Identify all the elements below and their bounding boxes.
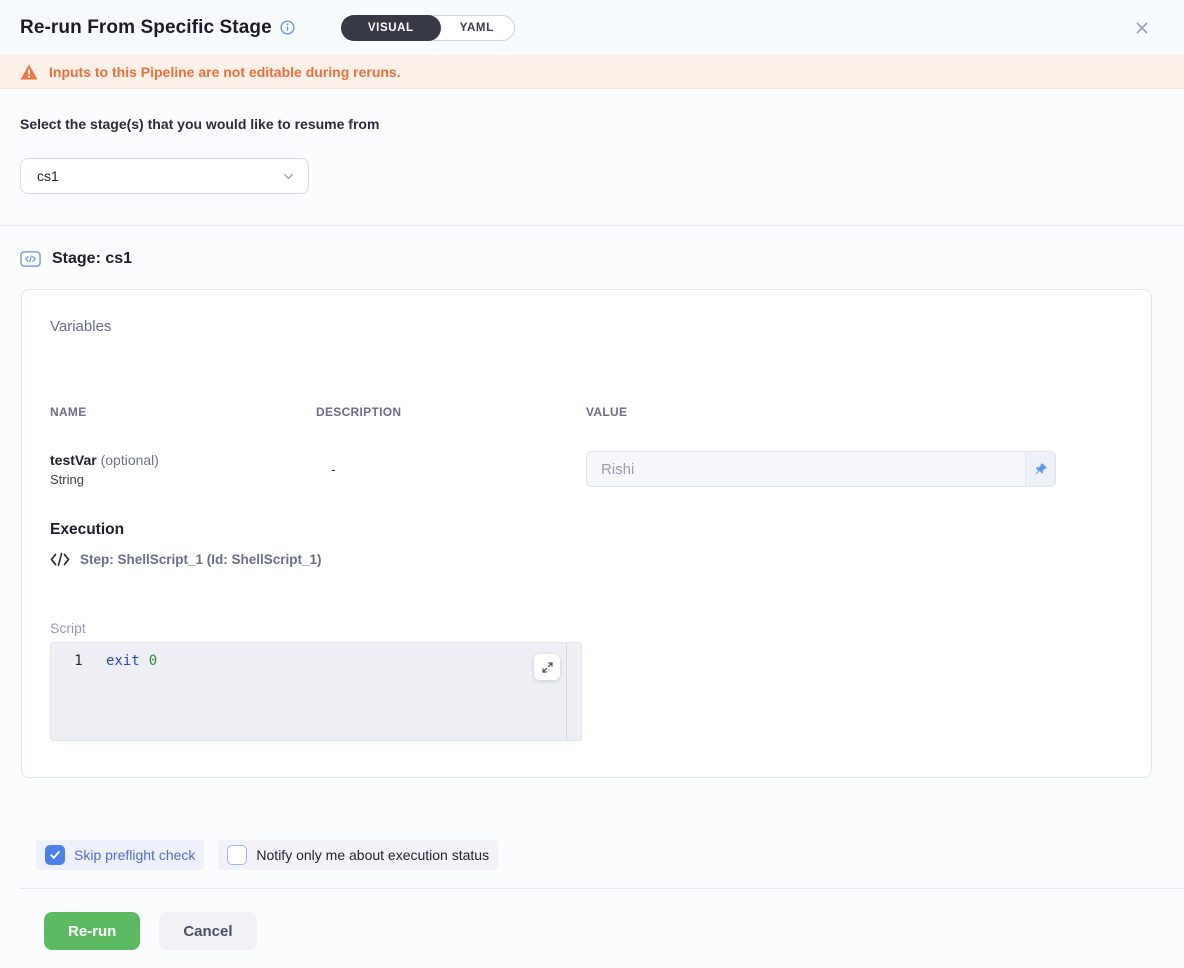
skip-preflight-checkbox[interactable]: Skip preflight check xyxy=(36,840,204,870)
tab-yaml[interactable]: YAML xyxy=(429,15,515,41)
variable-name: testVar xyxy=(50,452,97,468)
stage-inputs-card: Variables NAME DESCRIPTION VALUE testVar… xyxy=(21,289,1152,778)
script-label: Script xyxy=(50,620,1123,636)
execution-title: Execution xyxy=(50,521,1123,539)
modal-header: Re-run From Specific Stage VISUAL YAML xyxy=(0,0,1184,55)
stage-section: Stage: cs1 Variables NAME DESCRIPTION VA… xyxy=(0,226,1184,950)
variable-row: testVar (optional) String - xyxy=(50,451,1123,487)
stage-title: Stage: cs1 xyxy=(52,250,132,268)
run-options: Skip preflight check Notify only me abou… xyxy=(20,840,1184,870)
warning-text: Inputs to this Pipeline are not editable… xyxy=(49,64,401,80)
variable-type: String xyxy=(50,472,316,487)
stage-select-section: Select the stage(s) that you would like … xyxy=(0,89,1184,226)
step-row: Step: ShellScript_1 (Id: ShellScript_1) xyxy=(50,552,1123,567)
variable-value-field xyxy=(586,451,1056,487)
warning-icon xyxy=(20,64,38,80)
code-line: 1 exit 0 xyxy=(51,643,581,669)
cancel-button[interactable]: Cancel xyxy=(159,912,256,950)
variables-title: Variables xyxy=(50,318,1123,335)
skip-preflight-label: Skip preflight check xyxy=(74,847,195,863)
rerun-button[interactable]: Re-run xyxy=(44,912,140,950)
notify-only-me-checkbox[interactable]: Notify only me about execution status xyxy=(218,840,498,870)
stage-icon xyxy=(20,250,41,268)
checkbox-unchecked-icon xyxy=(227,845,247,865)
line-number: 1 xyxy=(51,653,106,669)
variable-name-cell: testVar (optional) String xyxy=(50,452,316,487)
code-number: 0 xyxy=(149,653,157,669)
variable-optional-tag: (optional) xyxy=(101,452,159,468)
page-title: Re-run From Specific Stage xyxy=(20,17,272,39)
column-header-value: VALUE xyxy=(586,405,1123,419)
close-icon[interactable] xyxy=(1130,16,1154,40)
tab-visual[interactable]: VISUAL xyxy=(341,15,441,41)
variable-value-input[interactable] xyxy=(587,452,1025,486)
pin-icon[interactable] xyxy=(1025,452,1055,486)
variable-description: - xyxy=(316,461,586,477)
variables-header-row: NAME DESCRIPTION VALUE xyxy=(50,405,1123,419)
warning-banner: Inputs to this Pipeline are not editable… xyxy=(0,55,1184,89)
stage-select-label: Select the stage(s) that you would like … xyxy=(20,116,1164,132)
column-header-description: DESCRIPTION xyxy=(316,405,586,419)
step-label: Step: ShellScript_1 (Id: ShellScript_1) xyxy=(80,552,322,567)
code-step-icon xyxy=(50,552,70,567)
stage-heading: Stage: cs1 xyxy=(20,250,1184,268)
checkbox-checked-icon xyxy=(45,845,65,865)
info-icon[interactable] xyxy=(280,20,295,35)
notify-only-me-label: Notify only me about execution status xyxy=(256,847,489,863)
stage-select-dropdown[interactable]: cs1 xyxy=(20,158,309,194)
modal-footer: Re-run Cancel xyxy=(20,889,1184,950)
code-keyword: exit xyxy=(106,653,140,669)
rerun-modal: Re-run From Specific Stage VISUAL YAML xyxy=(0,0,1184,950)
expand-icon[interactable] xyxy=(534,654,560,680)
stage-select-value: cs1 xyxy=(37,168,281,184)
script-code-editor[interactable]: 1 exit 0 xyxy=(50,642,582,741)
column-header-name: NAME xyxy=(50,405,316,419)
chevron-down-icon xyxy=(281,169,296,184)
visual-yaml-toggle: VISUAL YAML xyxy=(341,15,515,41)
editor-scrollbar[interactable] xyxy=(566,643,567,740)
